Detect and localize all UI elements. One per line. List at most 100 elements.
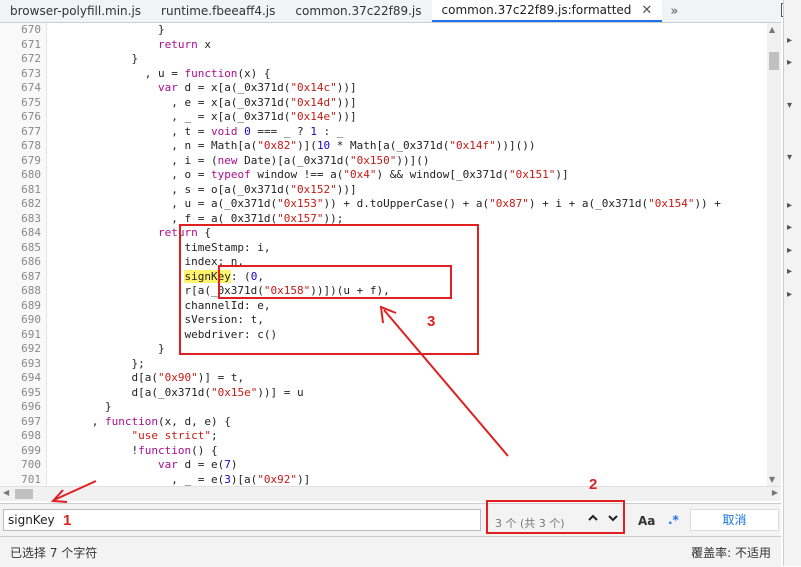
chevron-down-icon[interactable]: ▾ [787, 100, 792, 111]
search-input[interactable]: signKey [3, 509, 481, 531]
line-number[interactable]: 694 [0, 371, 41, 386]
line-number[interactable]: 679 [0, 154, 41, 169]
code-text: index: n, [52, 255, 245, 268]
line-number[interactable]: 686 [0, 255, 41, 270]
chevron-right-icon[interactable]: ▸ [787, 57, 792, 68]
regex-button[interactable]: .* [668, 513, 679, 527]
tab-browser-polyfill[interactable]: browser-polyfill.min.js [0, 0, 151, 22]
code-text: return { [157, 226, 211, 239]
code-text: , function(x, d, e) { [52, 414, 231, 428]
line-number[interactable]: 682 [0, 197, 41, 212]
code-text: timeStamp: i, [52, 240, 271, 254]
line-number[interactable]: 675 [0, 96, 41, 111]
line-number[interactable]: 689 [0, 299, 41, 314]
right-side-panel: ▸ ▸ ▾ ▾ ▸ ▸ ▸ ▸ ▸ [783, 0, 801, 566]
line-number[interactable]: 672 [0, 52, 41, 67]
vertical-scrollbar[interactable]: ▲ ▼ [767, 23, 781, 486]
vertical-scroll-thumb[interactable] [769, 52, 779, 70]
double-chevron-right-icon: » [670, 3, 679, 19]
more-tabs-button[interactable]: » [662, 0, 686, 22]
search-bar: signKey 3 个 (共 3 个) Aa .* 取消 [0, 503, 781, 536]
search-input-value: signKey [8, 513, 55, 527]
line-number[interactable]: 670 [0, 23, 41, 38]
code-text: , s = o[a(_0x371d("0x152"))] [52, 182, 357, 196]
line-number[interactable]: 692 [0, 342, 41, 357]
line-number[interactable]: 677 [0, 125, 41, 140]
next-match-button[interactable] [605, 512, 621, 528]
match-case-button[interactable]: Aa [638, 514, 655, 528]
line-number[interactable]: 695 [0, 386, 41, 401]
status-bar: 已选择 7 个字符 覆盖率: 不适用 [0, 536, 781, 567]
code-text: , o = typeof window !== a("0x4") && wind… [52, 168, 569, 181]
code-editor[interactable]: 670 } 671 return x 672 } 673 , u = function… [0, 23, 767, 486]
search-match-highlight: signKey [184, 269, 231, 283]
line-number[interactable]: 688 [0, 284, 41, 299]
tab-label: common.37c22f89.js [295, 4, 422, 18]
line-number[interactable]: 681 [0, 183, 41, 198]
coverage-status: 覆盖率: 不适用 [691, 546, 771, 560]
line-number[interactable]: 691 [0, 328, 41, 343]
selection-status: 已选择 7 个字符 [10, 546, 98, 560]
scroll-left-icon[interactable]: ◀ [3, 488, 9, 497]
line-number[interactable]: 684 [0, 226, 41, 241]
chevron-right-icon[interactable]: ▸ [787, 200, 792, 211]
line-number[interactable]: 697 [0, 415, 41, 430]
chevron-down-icon [608, 515, 618, 522]
code-text: , i = (new Date)[a(_0x371d("0x150"))]() [52, 153, 430, 167]
chevron-right-icon[interactable]: ▸ [787, 245, 792, 256]
chevron-right-icon[interactable]: ▸ [787, 35, 792, 46]
line-number[interactable]: 674 [0, 81, 41, 96]
code-text: , f = a(_0x371d("0x157")); [52, 211, 344, 225]
scroll-up-icon[interactable]: ▲ [769, 25, 775, 34]
match-count: 3 个 (共 3 个) [495, 517, 565, 530]
tab-runtime[interactable]: runtime.fbeeaff4.js [151, 0, 285, 22]
editor-tab-bar: browser-polyfill.min.js runtime.fbeeaff4… [0, 0, 781, 23]
code-text: webdriver: c() [52, 327, 278, 341]
scroll-right-icon[interactable]: ▶ [772, 488, 778, 497]
code-text: , t = void 0 === _ ? 1 : _ [52, 124, 344, 138]
code-text: , u = a(_0x371d("0x153")) + d.toUpperCas… [52, 197, 721, 210]
line-number[interactable]: 673 [0, 67, 41, 82]
code-text: "use strict"; [131, 429, 218, 442]
code-text: } [52, 342, 165, 355]
chevron-down-icon[interactable]: ▾ [787, 152, 792, 163]
tab-label: common.37c22f89.js:formatted [441, 3, 632, 17]
line-number[interactable]: 698 [0, 429, 41, 444]
code-text: , _ = e(3)[a("0x92")] [52, 472, 311, 486]
line-number[interactable]: 696 [0, 400, 41, 415]
tab-common[interactable]: common.37c22f89.js [285, 0, 431, 22]
code-text: , _ = x[a(_0x371d("0x14e"))] [52, 110, 357, 123]
code-text: , n = Math[a("0x82")](10 * Math[a(_0x371… [52, 139, 536, 152]
code-text: var d = x[a(_0x371d("0x14c"))] [157, 81, 357, 94]
line-number[interactable]: 676 [0, 110, 41, 125]
horizontal-scrollbar[interactable]: ◀ ▶ [0, 486, 781, 501]
code-text: , e = x[a(_0x371d("0x14d"))] [52, 95, 357, 109]
horizontal-scroll-thumb[interactable] [15, 489, 33, 499]
line-number[interactable]: 701 [0, 473, 41, 487]
line-number[interactable]: 683 [0, 212, 41, 227]
code-text: !function() { [52, 443, 218, 457]
scroll-down-icon[interactable]: ▼ [769, 475, 775, 484]
line-number[interactable]: 678 [0, 139, 41, 154]
code-text: r[a(_0x371d("0x158"))])(u + f), [52, 284, 390, 297]
cancel-button[interactable]: 取消 [690, 509, 779, 531]
annotation-label-3: 3 [427, 313, 436, 330]
chevron-right-icon[interactable]: ▸ [787, 289, 792, 300]
line-number[interactable]: 690 [0, 313, 41, 328]
code-text: } [52, 52, 139, 65]
code-text: d[a("0x90")] = t, [52, 371, 245, 384]
line-number[interactable]: 687 [0, 270, 41, 285]
code-text: } [52, 23, 165, 36]
previous-match-button[interactable] [585, 512, 601, 528]
line-number[interactable]: 680 [0, 168, 41, 183]
line-number[interactable]: 700 [0, 458, 41, 473]
line-number[interactable]: 685 [0, 241, 41, 256]
line-number[interactable]: 699 [0, 444, 41, 459]
annotation-label-1: 1 [63, 512, 72, 529]
tab-common-formatted[interactable]: common.37c22f89.js:formatted ✕ [431, 0, 663, 22]
line-number[interactable]: 671 [0, 38, 41, 53]
line-number[interactable]: 693 [0, 357, 41, 372]
close-icon[interactable]: ✕ [641, 3, 652, 18]
chevron-right-icon[interactable]: ▸ [787, 266, 792, 277]
chevron-right-icon[interactable]: ▸ [787, 222, 792, 233]
